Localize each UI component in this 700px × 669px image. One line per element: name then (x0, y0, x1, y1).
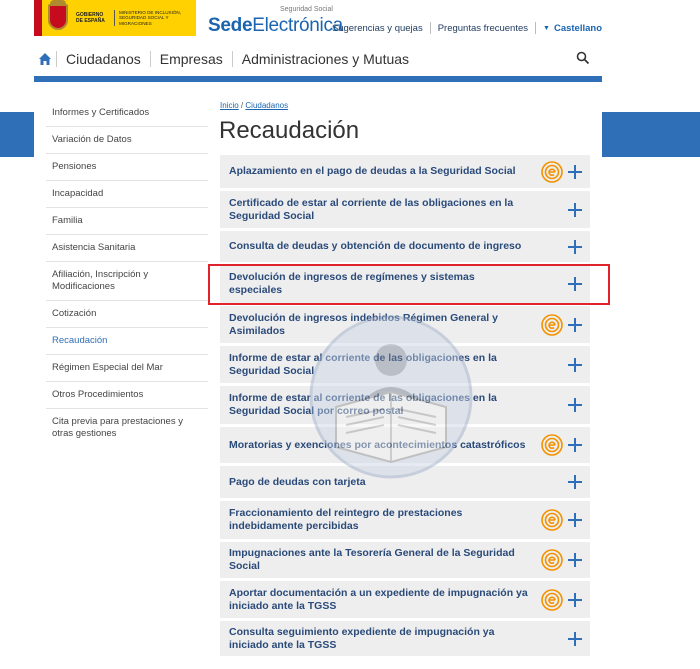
e-service-icon (541, 509, 563, 531)
accordion-row-label[interactable]: Consulta de deudas y obtención de docume… (229, 240, 529, 253)
accordion-row[interactable]: Consulta de deudas y obtención de docume… (220, 231, 590, 263)
accordion-row[interactable]: Consulta seguimiento expediente de impug… (220, 621, 590, 657)
expand-plus-icon[interactable] (568, 164, 582, 179)
sidebar-item-informes[interactable]: Informes y Certificados (46, 100, 208, 127)
search-icon (576, 51, 590, 65)
expand-plus-icon[interactable] (568, 239, 582, 254)
language-selector[interactable]: ▼ Castellano (543, 23, 602, 34)
accordion-row-label[interactable]: Consulta seguimiento expediente de impug… (229, 626, 529, 652)
e-service-icon (541, 313, 563, 336)
sidebar-item-asistencia[interactable]: Asistencia Sanitaria (46, 235, 208, 262)
sidebar-item-familia[interactable]: Familia (46, 208, 208, 235)
expand-plus-icon[interactable] (568, 398, 582, 412)
top-header: GOBIERNO DE ESPAÑA MINISTERIO DE INCLUSI… (34, 0, 602, 42)
expand-plus-icon[interactable] (568, 317, 582, 332)
sidebar-item-otros[interactable]: Otros Procedimientos (46, 382, 208, 409)
accordion-row-label[interactable]: Fraccionamiento del reintegro de prestac… (229, 507, 529, 533)
e-service-icon (541, 588, 563, 611)
expand-plus-icon[interactable] (568, 202, 582, 217)
breadcrumb-home-link[interactable]: Inicio (220, 101, 239, 110)
highlight-box (208, 264, 610, 305)
accordion-row-label[interactable]: Aportar documentación a un expediente de… (229, 587, 529, 613)
expand-plus-icon[interactable] (568, 631, 582, 646)
sidebar-item-afiliacion[interactable]: Afiliación, Inscripción y Modificaciones (46, 262, 208, 301)
sidebar-item-pensiones[interactable]: Pensiones (46, 154, 208, 181)
accordion-row-label[interactable]: Impugnaciones ante la Tesorería General … (229, 547, 529, 573)
main-nav: Ciudadanos Empresas Administraciones y M… (34, 42, 602, 76)
page-title: Recaudación (219, 117, 360, 144)
nav-empresas[interactable]: Empresas (149, 51, 232, 67)
home-button[interactable] (34, 42, 56, 76)
accordion-row[interactable]: Impugnaciones ante la Tesorería General … (220, 542, 590, 579)
e-service-icon (541, 549, 563, 571)
accordion-row[interactable]: Fraccionamiento del reintegro de prestac… (220, 501, 590, 540)
nav-underline (34, 76, 602, 82)
gov-text: GOBIERNO DE ESPAÑA (76, 12, 105, 24)
breadcrumb-separator: / (240, 101, 244, 110)
coat-of-arms-icon (34, 0, 76, 36)
government-logo[interactable]: GOBIERNO DE ESPAÑA MINISTERIO DE INCLUSI… (34, 0, 196, 36)
divider (535, 22, 537, 34)
expand-plus-icon[interactable] (568, 357, 582, 372)
e-service-icon (541, 434, 563, 456)
expand-plus-icon[interactable] (568, 553, 582, 567)
nav-ciudadanos[interactable]: Ciudadanos (56, 51, 150, 67)
sede-bold: Sede (208, 15, 253, 36)
breadcrumb: Inicio / Ciudadanos (220, 101, 288, 110)
sede-rest: Electrónica (252, 15, 343, 36)
accordion-row-label[interactable]: Aplazamiento en el pago de deudas a la S… (229, 165, 529, 178)
sede-subtitle: Seguridad Social (280, 6, 333, 13)
language-label: Castellano (553, 22, 602, 34)
newspaper-reader-watermark-icon (309, 315, 473, 479)
expand-plus-icon[interactable] (568, 513, 582, 527)
accordion-row-label[interactable]: Certificado de estar al corriente de las… (229, 197, 529, 223)
sidebar-item-cotizacion[interactable]: Cotización (46, 301, 208, 328)
expand-plus-icon[interactable] (568, 475, 582, 489)
decorative-band (0, 112, 34, 157)
breadcrumb-ciudadanos-link[interactable]: Ciudadanos (245, 101, 288, 110)
e-service-icon (541, 160, 563, 183)
sidebar-item-mar[interactable]: Régimen Especial del Mar (46, 355, 208, 382)
sidebar-item-recaudacion[interactable]: Recaudación (46, 328, 208, 355)
sidebar-item-variacion[interactable]: Variación de Datos (46, 127, 208, 154)
accordion-row[interactable]: Aportar documentación a un expediente de… (220, 581, 590, 619)
decorative-band (602, 112, 700, 157)
accordion-row[interactable]: Certificado de estar al corriente de las… (220, 191, 590, 229)
faq-link[interactable]: Preguntas frecuentes (438, 23, 528, 34)
expand-plus-icon[interactable] (568, 592, 582, 607)
sidebar-item-cita[interactable]: Cita previa para prestaciones y otras ge… (46, 409, 208, 447)
nav-administraciones[interactable]: Administraciones y Mutuas (231, 51, 418, 67)
ministry-text: MINISTERIO DE INCLUSIÓN, SEGURIDAD SOCIA… (114, 9, 190, 27)
home-icon (39, 53, 51, 65)
sidebar-menu: Informes y Certificados Variación de Dat… (46, 100, 208, 447)
sidebar-item-incapacidad[interactable]: Incapacidad (46, 181, 208, 208)
suggestions-link[interactable]: Sugerencias y quejas (332, 23, 423, 34)
accordion-row[interactable]: Aplazamiento en el pago de deudas a la S… (220, 155, 590, 189)
expand-plus-icon[interactable] (568, 438, 582, 452)
top-links: Sugerencias y quejas Preguntas frecuente… (332, 22, 602, 34)
divider (429, 22, 431, 34)
search-button[interactable] (576, 51, 590, 70)
chevron-down-icon: ▼ (543, 24, 550, 32)
